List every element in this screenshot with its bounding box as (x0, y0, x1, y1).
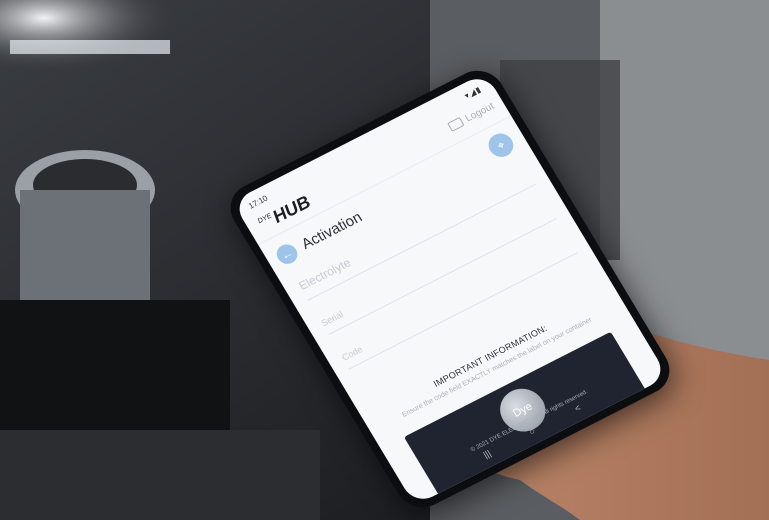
code-field[interactable]: Code (340, 344, 364, 362)
logout-icon (447, 117, 466, 133)
product-name: Electrolyte (296, 255, 354, 293)
photo-scene: 17:10 ▾◢▮ DYEHUB Logout ← Activation ⌖ E… (0, 0, 769, 520)
serial-field[interactable]: Serial (319, 309, 345, 328)
serial-underline (328, 218, 557, 336)
code-underline (348, 252, 578, 370)
back-nav-button[interactable]: < (573, 403, 583, 414)
scan-button[interactable]: ⌖ (484, 129, 518, 161)
home-button[interactable]: ○ (527, 426, 537, 437)
smartphone: 17:10 ▾◢▮ DYEHUB Logout ← Activation ⌖ E… (220, 61, 680, 517)
scan-icon: ⌖ (494, 137, 508, 153)
phone-screen: 17:10 ▾◢▮ DYEHUB Logout ← Activation ⌖ E… (232, 72, 668, 506)
arrow-left-icon: ← (278, 245, 297, 263)
back-button[interactable]: ← (273, 241, 302, 268)
recents-button[interactable]: ||| (481, 448, 492, 460)
status-bar: 17:10 ▾◢▮ (247, 85, 485, 213)
